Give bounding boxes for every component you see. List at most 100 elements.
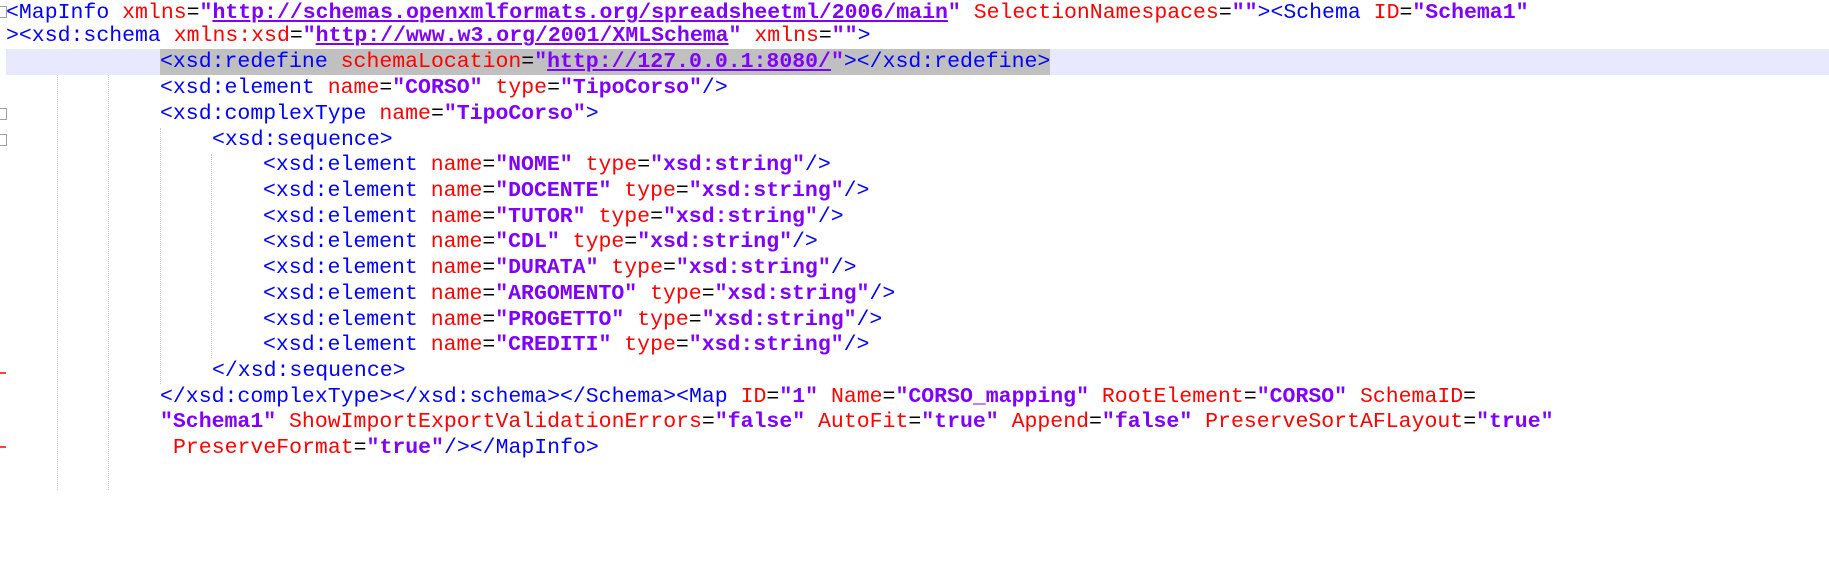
token-attr: type bbox=[624, 179, 676, 203]
token-val: "true" bbox=[1476, 410, 1554, 434]
token-val: " bbox=[830, 50, 844, 74]
token-val: "TipoCorso" bbox=[559, 76, 702, 100]
token-eq: = bbox=[482, 256, 496, 280]
token-attr: name bbox=[430, 256, 483, 280]
token-url[interactable]: http://schemas.openxmlformats.org/spread… bbox=[212, 1, 947, 25]
token-val: "PROGETTO" bbox=[495, 308, 638, 332]
token-val: "DOCENTE" bbox=[495, 179, 625, 203]
line-content: <xsd:element name="DOCENTE" type="xsd:st… bbox=[263, 178, 869, 204]
token-eq: = bbox=[379, 76, 393, 100]
token-val: "xsd:string" bbox=[688, 179, 844, 203]
token-tag: ></xsd:redefine> bbox=[843, 50, 1051, 74]
token-attr: name bbox=[430, 282, 483, 306]
token-eq: = bbox=[701, 410, 715, 434]
token-val: "false" bbox=[714, 410, 819, 434]
token-eq: = bbox=[482, 308, 496, 332]
token-eq: = bbox=[818, 24, 832, 48]
token-eq: = bbox=[1463, 385, 1477, 409]
token-eq: = bbox=[547, 76, 560, 100]
line-content: "Schema1" ShowImportExportValidationErro… bbox=[160, 409, 1554, 435]
token-attr: type bbox=[495, 76, 548, 100]
token-attr: xmlns:xsd bbox=[173, 24, 290, 48]
token-attr: AutoFit bbox=[818, 410, 909, 434]
token-tag: ><xsd:schema bbox=[6, 24, 174, 48]
token-tag: /> bbox=[856, 308, 883, 332]
token-val: "ARGOMENTO" bbox=[495, 282, 651, 306]
line-content: <xsd:element name="ARGOMENTO" type="xsd:… bbox=[263, 281, 895, 307]
token-tag: <xsd:element bbox=[263, 256, 431, 280]
token-val: "TipoCorso" bbox=[443, 102, 586, 126]
token-val: "true" bbox=[366, 436, 444, 460]
token-val: "CDL" bbox=[495, 230, 573, 254]
token-attr: type bbox=[598, 205, 651, 229]
token-tag: <MapInfo bbox=[6, 1, 123, 25]
token-attr: xmlns bbox=[122, 1, 187, 25]
line-content: <xsd:element name="NOME" type="xsd:strin… bbox=[263, 152, 831, 178]
token-val: "1" bbox=[779, 385, 831, 409]
token-eq: = bbox=[882, 385, 896, 409]
token-attr: type bbox=[637, 308, 689, 332]
line-content: <xsd:element name="TUTOR" type="xsd:stri… bbox=[263, 204, 844, 230]
token-tag: <xsd:element bbox=[263, 230, 431, 254]
token-tag: > bbox=[857, 24, 871, 48]
token-eq: = bbox=[482, 179, 496, 203]
token-url[interactable]: http://www.w3.org/2001/XMLSchema bbox=[316, 24, 729, 48]
token-tag: <xsd:element bbox=[263, 308, 431, 332]
token-tag: /> bbox=[843, 333, 870, 357]
token-attr: ShowImportExportValidationErrors bbox=[289, 410, 702, 434]
token-tag: /> bbox=[804, 153, 831, 177]
token-tag: <xsd:element bbox=[263, 282, 431, 306]
token-eq: = bbox=[1089, 410, 1102, 434]
token-tag: > bbox=[585, 102, 599, 126]
line-content: ><xsd:schema xmlns:xsd="http://www.w3.or… bbox=[6, 23, 871, 49]
line-content: <xsd:element name="CDL" type="xsd:string… bbox=[263, 229, 818, 255]
token-eq: = bbox=[353, 436, 367, 460]
token-val: "xsd:string" bbox=[701, 308, 857, 332]
token-eq: = bbox=[701, 282, 715, 306]
token-eq: = bbox=[650, 205, 663, 229]
token-eq: = bbox=[1463, 410, 1477, 434]
code-editor[interactable]: <MapInfo xmlns="http://schemas.openxmlfo… bbox=[0, 0, 1829, 574]
token-val: "CORSO" bbox=[392, 76, 496, 100]
token-val: "false" bbox=[1101, 410, 1206, 434]
token-tag: <xsd:sequence> bbox=[212, 128, 393, 152]
token-eq: = bbox=[482, 153, 496, 177]
token-url[interactable]: http://127.0.0.1:8080/ bbox=[547, 50, 831, 74]
token-attr: SelectionNamespaces bbox=[973, 1, 1219, 25]
token-eq: = bbox=[1218, 1, 1232, 25]
token-tag: <xsd:redefine bbox=[160, 50, 341, 74]
token-val: " bbox=[302, 24, 316, 48]
token-val: " bbox=[199, 1, 213, 25]
token-tag: <xsd:element bbox=[263, 153, 431, 177]
token-eq: = bbox=[482, 282, 496, 306]
token-eq: = bbox=[289, 24, 303, 48]
code-line-wrapped[interactable]: PreserveFormat="true"/></MapInfo> bbox=[0, 435, 1829, 465]
token-val: "Schema1" bbox=[1412, 1, 1529, 25]
token-val: "Schema1" bbox=[160, 410, 290, 434]
token-attr: name bbox=[430, 153, 483, 177]
token-val: "DURATA" bbox=[495, 256, 612, 280]
token-attr: Append bbox=[1011, 410, 1090, 434]
token-tag: </xsd:complexType></xsd:schema></Schema>… bbox=[160, 385, 741, 409]
line-content: <xsd:element name="PROGETTO" type="xsd:s… bbox=[263, 307, 882, 333]
token-attr: type bbox=[585, 153, 638, 177]
token-tag: /> bbox=[817, 205, 844, 229]
token-tag: /> bbox=[792, 230, 818, 254]
token-val: "TUTOR" bbox=[495, 205, 599, 229]
line-content: <xsd:element name="CREDITI" type="xsd:st… bbox=[263, 332, 869, 358]
token-attr: type bbox=[572, 230, 625, 254]
token-attr: type bbox=[624, 333, 676, 357]
token-attr: name bbox=[379, 102, 431, 126]
line-content: </xsd:complexType></xsd:schema></Schema>… bbox=[160, 384, 1476, 410]
token-val: "CREDITI" bbox=[495, 333, 625, 357]
token-tag: /> bbox=[843, 179, 870, 203]
token-eq: = bbox=[1243, 385, 1257, 409]
token-attr: type bbox=[611, 256, 663, 280]
token-tag: <xsd:complexType bbox=[160, 102, 380, 126]
token-tag: </xsd:sequence> bbox=[212, 359, 406, 383]
token-attr: SchemaID bbox=[1359, 385, 1464, 409]
token-val: "xsd:string" bbox=[662, 205, 818, 229]
line-content: <xsd:element name="CORSO" type="TipoCors… bbox=[160, 75, 728, 101]
token-attr: name bbox=[430, 230, 483, 254]
token-attr: ID bbox=[740, 385, 767, 409]
